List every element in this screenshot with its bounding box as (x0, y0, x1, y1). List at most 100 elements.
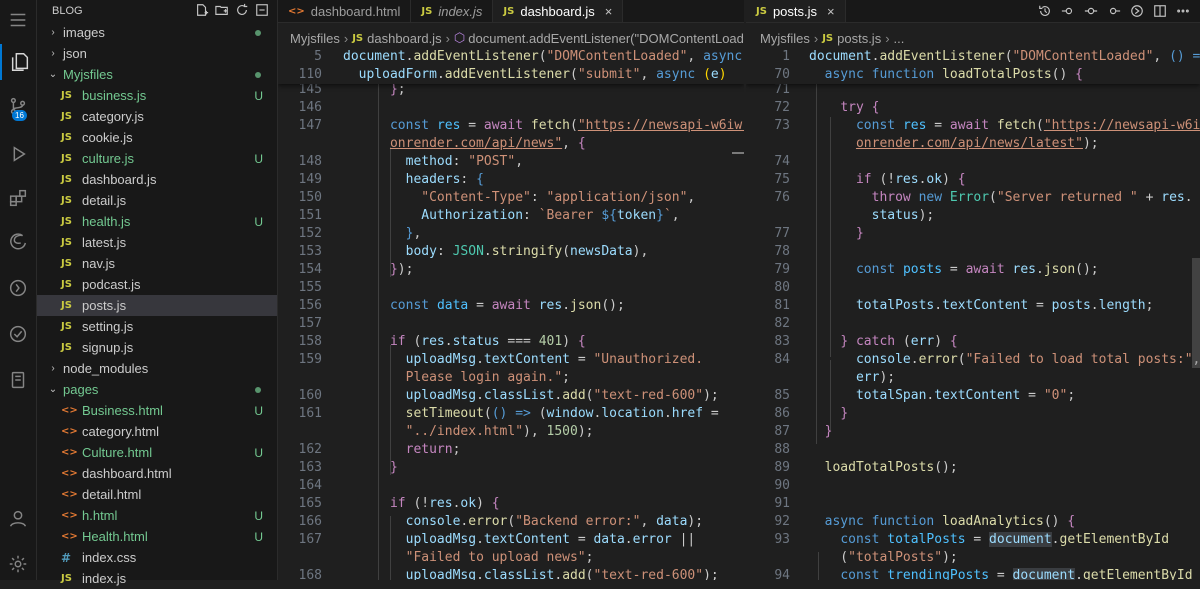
tree-file[interactable]: <> dashboard.html (37, 463, 277, 484)
account-icon[interactable] (0, 500, 36, 536)
js-file-icon: JS (61, 174, 72, 185)
js-file-icon: JS (822, 32, 834, 44)
tree-item-label: Myjsfiles (63, 67, 113, 82)
close-icon[interactable]: × (605, 4, 613, 19)
tree-item-label: category.js (82, 109, 144, 124)
refresh-icon[interactable] (235, 3, 249, 17)
tree-item-label: health.js (82, 214, 131, 229)
compare-changes-icon[interactable] (1084, 4, 1098, 18)
tree-file[interactable]: <> category.html (37, 421, 277, 442)
tree-folder[interactable]: ⌄ pages (37, 379, 277, 400)
tab-label: dashboard.js (520, 3, 595, 19)
html-file-icon: <> (61, 447, 78, 458)
source-control-badge: 16 (12, 110, 27, 121)
new-file-icon[interactable] (195, 3, 209, 17)
testing-icon[interactable] (0, 316, 36, 352)
js-file-icon: JS (61, 321, 72, 332)
tree-file[interactable]: JS business.js U (37, 85, 277, 106)
collapse-all-icon[interactable] (255, 3, 269, 17)
tree-folder[interactable]: › json (37, 43, 277, 64)
tree-file[interactable]: <> h.html U (37, 505, 277, 526)
tree-file[interactable]: JS nav.js (37, 253, 277, 274)
tree-file[interactable]: JS culture.js U (37, 148, 277, 169)
tree-item-label: culture.js (82, 151, 135, 166)
breadcrumb-file[interactable]: dashboard.js (367, 31, 441, 46)
tree-file[interactable]: JS posts.js (37, 295, 277, 316)
breadcrumb-folder[interactable]: Myjsfiles (760, 31, 810, 46)
tree-item-label: podcast.js (82, 277, 141, 292)
tree-file[interactable]: JS signup.js (37, 337, 277, 358)
tree-file[interactable]: JS dashboard.js (37, 169, 277, 190)
js-file-icon: JS (61, 216, 72, 227)
new-folder-icon[interactable] (215, 3, 229, 17)
tree-file[interactable]: <> detail.html (37, 484, 277, 505)
left-editor[interactable]: 5 document.addEventListener("DOMContentL… (278, 48, 744, 580)
tree-folder[interactable]: › node_modules (37, 358, 277, 379)
chevron-right-icon: › (51, 27, 55, 38)
tree-file[interactable]: JS category.js (37, 106, 277, 127)
editor-tab[interactable]: JS index.js (411, 0, 494, 22)
breadcrumb-symbol[interactable]: ... (894, 31, 905, 46)
run-debug-icon[interactable] (0, 136, 36, 172)
menu-icon[interactable] (0, 2, 36, 38)
js-file-icon: JS (421, 5, 433, 17)
editor-tab[interactable]: JS posts.js × (746, 0, 846, 22)
tree-file[interactable]: JS index.js (37, 568, 277, 589)
right-editor[interactable]: 1 document.addEventListener("DOMContentL… (746, 48, 1200, 580)
tree-file[interactable]: # index.css (37, 547, 277, 568)
tab-label: posts.js (772, 3, 818, 19)
js-file-icon: JS (61, 195, 72, 206)
left-breadcrumb: Myjsfiles › JS dashboard.js › ⬡ document.add… (290, 27, 744, 49)
vertical-scrollbar[interactable] (1192, 258, 1200, 368)
source-control-icon[interactable]: 16 (0, 88, 36, 124)
tree-item-label: h.html (82, 508, 118, 523)
tree-file[interactable]: JS podcast.js (37, 274, 277, 295)
breadcrumb-symbol[interactable]: document.addEventListener("DOMContentLoa… (468, 31, 744, 46)
settings-gear-icon[interactable] (0, 546, 36, 582)
tree-folder[interactable]: ⌄ Myjsfiles (37, 64, 277, 85)
timeline-icon[interactable] (0, 362, 36, 398)
tree-folder[interactable]: › images (37, 22, 277, 43)
html-file-icon: <> (288, 5, 305, 17)
explorer-icon[interactable] (0, 44, 38, 80)
edge-devtools-icon[interactable] (0, 224, 36, 260)
remote-explorer-icon[interactable] (0, 270, 36, 306)
tree-file[interactable]: JS setting.js (37, 316, 277, 337)
tab-label: index.js (438, 3, 483, 19)
tree-file[interactable]: JS cookie.js (37, 127, 277, 148)
go-forward-icon[interactable] (1107, 4, 1121, 18)
tree-file[interactable]: <> Culture.html U (37, 442, 277, 463)
tree-item-label: detail.html (82, 487, 142, 502)
tree-file[interactable]: JS detail.js (37, 190, 277, 211)
js-file-icon: JS (61, 132, 72, 143)
tree-item-label: index.js (82, 571, 127, 586)
editor-tab[interactable]: JS dashboard.js × (493, 0, 624, 22)
close-icon[interactable]: × (827, 4, 835, 19)
tree-file[interactable]: JS latest.js (37, 232, 277, 253)
git-status-badge: U (254, 88, 263, 103)
js-file-icon: JS (61, 111, 72, 122)
git-graph-icon[interactable] (1130, 4, 1144, 18)
editor-tab[interactable]: <> dashboard.html (278, 0, 412, 22)
breadcrumb-folder[interactable]: Myjsfiles (290, 31, 340, 46)
tree-file[interactable]: <> Business.html U (37, 400, 277, 421)
activity-bar: 16 (0, 0, 37, 580)
left-tab-bar: <> dashboard.html JS index.js JS dashboard.js… (278, 0, 744, 23)
html-file-icon: <> (61, 405, 78, 416)
timeline-history-icon[interactable] (1038, 4, 1052, 18)
html-file-icon: <> (61, 426, 78, 437)
breadcrumb-file[interactable]: posts.js (837, 31, 881, 46)
go-back-icon[interactable] (1061, 4, 1075, 18)
more-actions-icon[interactable] (1176, 4, 1190, 18)
tree-item-label: index.css (82, 550, 137, 565)
js-file-icon: JS (756, 5, 767, 17)
tab-label: dashboard.html (310, 3, 401, 19)
extensions-icon[interactable] (0, 180, 36, 216)
tree-file[interactable]: <> Health.html U (37, 526, 277, 547)
tree-item-label: cookie.js (82, 130, 133, 145)
split-editor-icon[interactable] (1153, 4, 1167, 18)
tree-item-label: node_modules (63, 361, 149, 376)
tree-item-label: latest.js (82, 235, 127, 250)
html-file-icon: <> (61, 510, 78, 521)
tree-file[interactable]: JS health.js U (37, 211, 277, 232)
